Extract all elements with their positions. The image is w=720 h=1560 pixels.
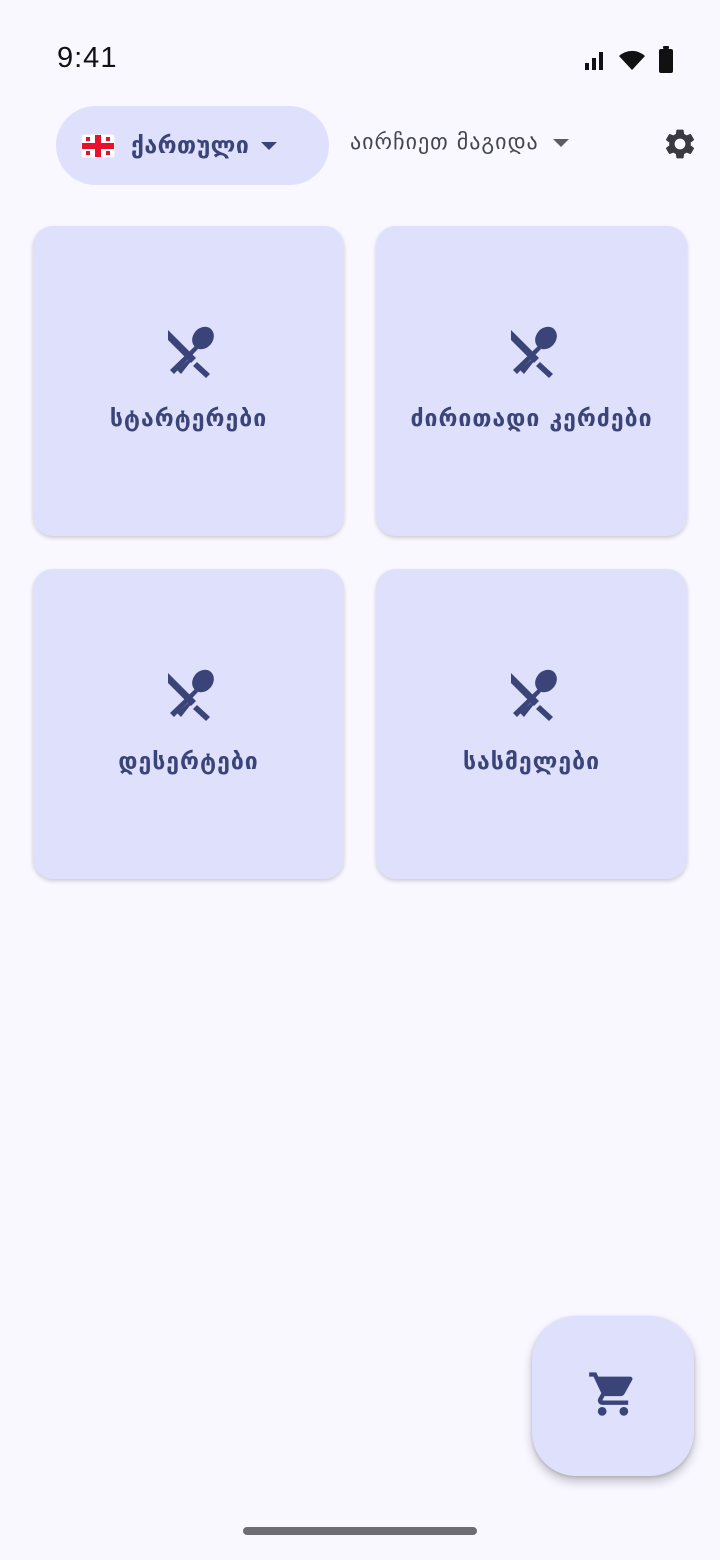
status-bar: 9:41 <box>0 0 720 120</box>
language-label: ქართული <box>131 132 250 159</box>
restaurant-icon <box>161 324 217 380</box>
top-bar: ქართული აირჩიეთ მაგიდა <box>0 106 720 186</box>
signal-icon <box>584 49 606 75</box>
home-indicator[interactable] <box>243 1527 477 1535</box>
category-card-drinks[interactable]: სასმელები <box>376 569 687 879</box>
georgia-flag-icon <box>82 134 114 157</box>
status-icons <box>584 46 674 78</box>
category-label: სტარტერები <box>109 406 268 432</box>
restaurant-icon <box>504 667 560 723</box>
settings-button[interactable] <box>660 126 700 166</box>
dropdown-arrow-icon <box>552 138 569 147</box>
category-card-main-dishes[interactable]: ძირითადი კერძები <box>376 226 687 536</box>
cart-button[interactable] <box>532 1316 694 1476</box>
dropdown-arrow-icon <box>261 141 278 150</box>
table-selector[interactable]: აირჩიეთ მაგიდა <box>350 130 569 155</box>
gear-icon <box>662 126 698 166</box>
battery-icon <box>658 46 674 78</box>
status-time: 9:41 <box>57 42 118 74</box>
category-card-desserts[interactable]: დესერტები <box>33 569 344 879</box>
language-selector[interactable]: ქართული <box>56 106 329 185</box>
category-label: დესერტები <box>118 749 259 775</box>
wifi-icon <box>618 49 646 75</box>
restaurant-icon <box>161 667 217 723</box>
category-card-starters[interactable]: სტარტერები <box>33 226 344 536</box>
category-label: ძირითადი კერძები <box>410 406 653 432</box>
table-selector-label: აირჩიეთ მაგიდა <box>350 130 539 155</box>
restaurant-icon <box>504 324 560 380</box>
cart-icon <box>587 1368 639 1424</box>
category-label: სასმელები <box>462 749 601 775</box>
